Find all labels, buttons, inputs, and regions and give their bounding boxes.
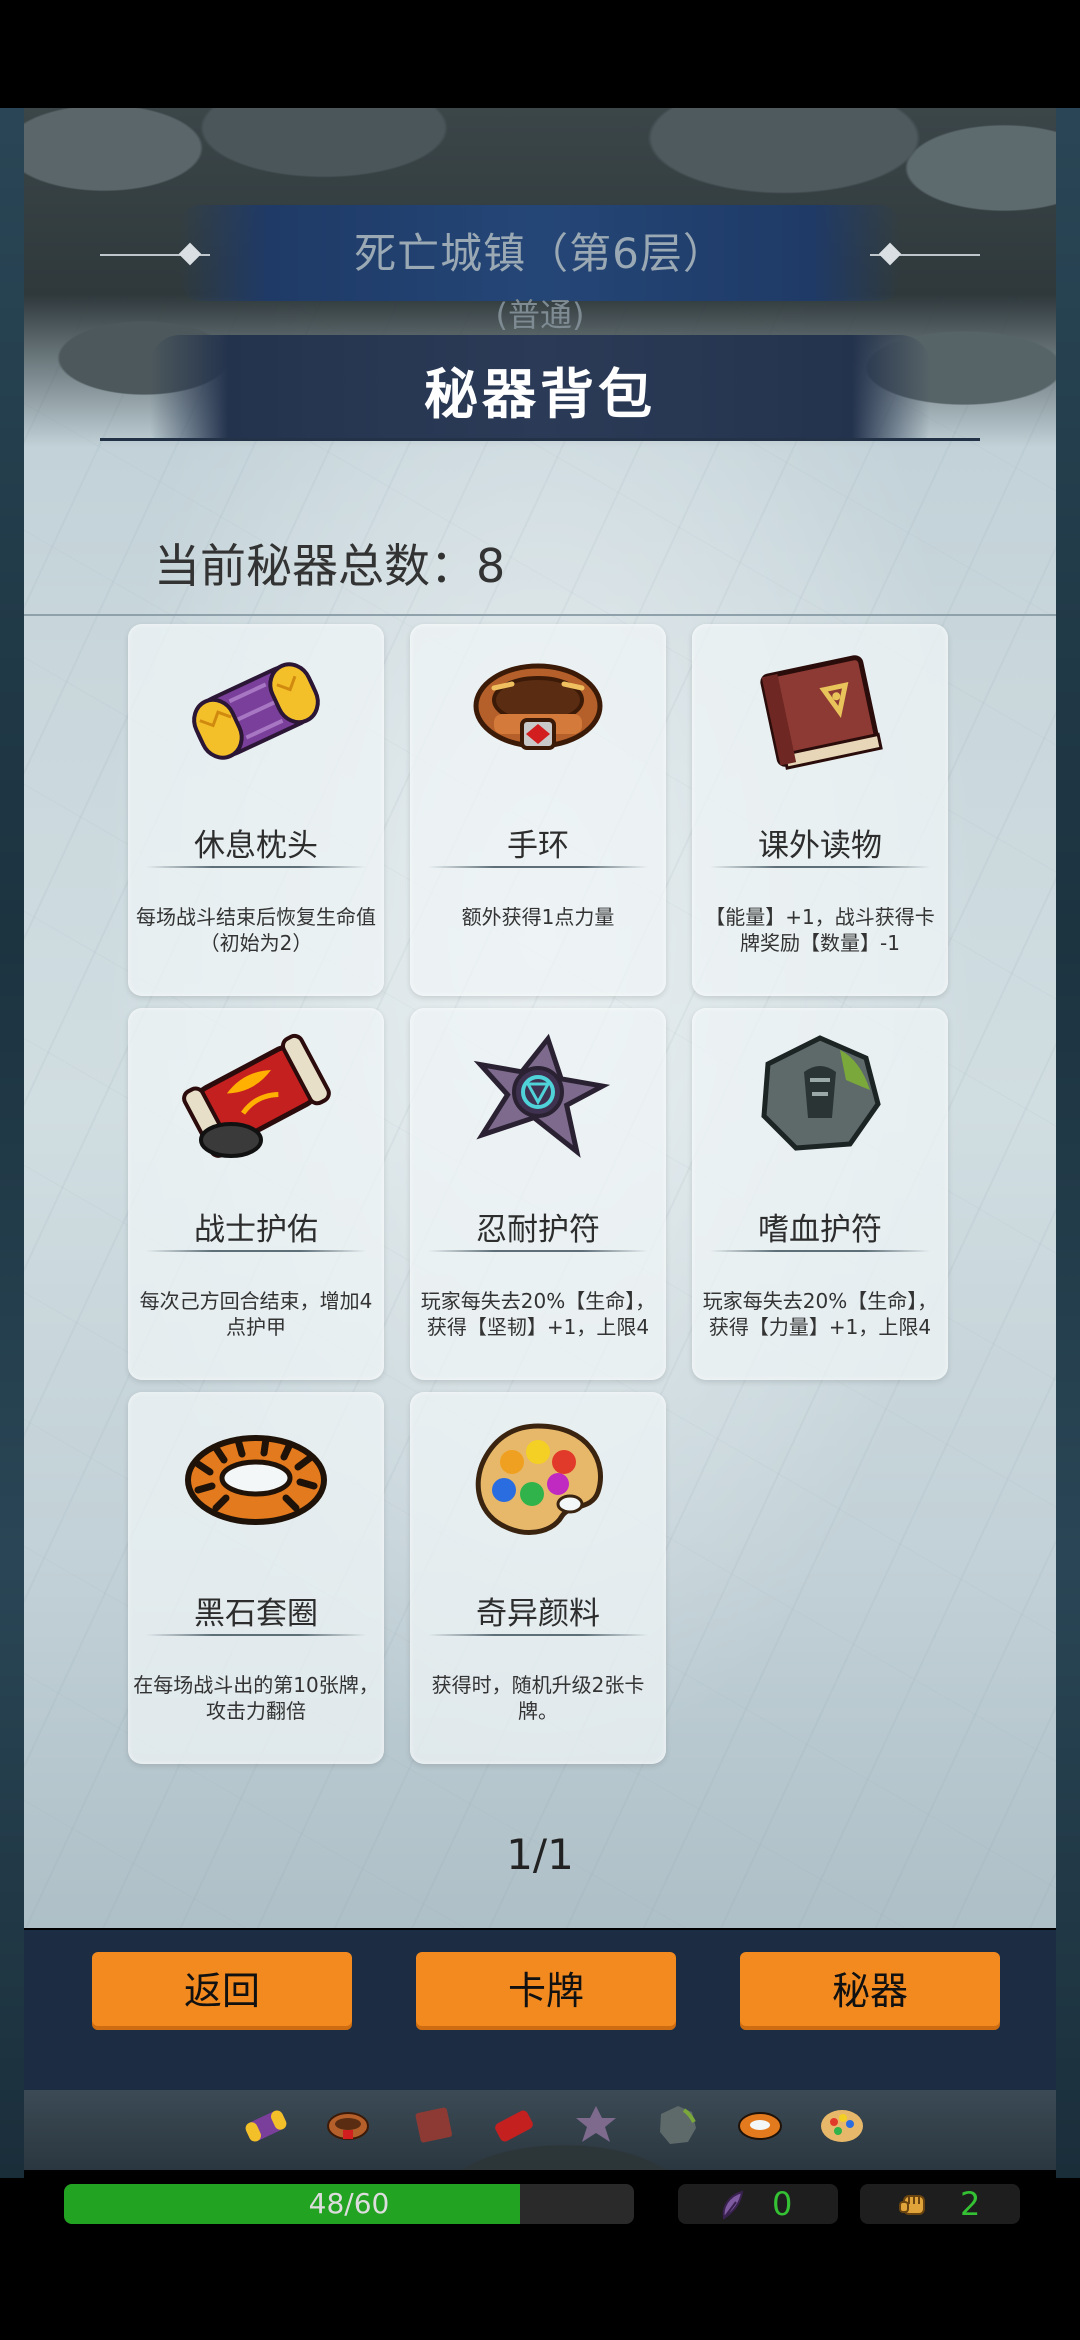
relic-description: 【能量】+1，战斗获得卡牌奖励【数量】-1 (705, 905, 935, 955)
shuriken-amulet-icon[interactable] (570, 2100, 622, 2152)
relic-grid: 休息枕头 每场战斗结束后恢复生命值（初始为2） 手环 额外获得1点力量 课外读物… (128, 624, 948, 1764)
relic-description: 玩家每失去20%【生命】，获得【力量】+1，上限4 (702, 1289, 938, 1339)
ring-icon[interactable] (734, 2100, 786, 2152)
relic-name-underline (710, 866, 930, 868)
relic-count-label: 当前秘器总数： (154, 539, 476, 593)
top-status-area (0, 0, 1080, 108)
relic-name-underline (710, 1250, 930, 1252)
difficulty-label: (普通) (495, 296, 585, 334)
pillow-icon (192, 662, 320, 760)
book-icon (760, 655, 883, 770)
power-counter (860, 2184, 1020, 2224)
relic-card[interactable]: 战士护佑 每次己方回合结束，增加4点护甲 (128, 1008, 384, 1380)
relic-name: 忍耐护符 (476, 1212, 600, 1248)
relic-card[interactable]: 课外读物 【能量】+1，战斗获得卡牌奖励【数量】-1 (692, 624, 948, 996)
scroll-icon[interactable] (488, 2100, 540, 2152)
relics-button[interactable]: 秘器 (740, 1952, 1000, 2030)
relic-name: 黑石套圈 (194, 1596, 318, 1632)
header-divider (100, 438, 980, 441)
book-icon[interactable] (408, 2100, 460, 2152)
pillow-icon[interactable] (240, 2100, 292, 2152)
relic-name-underline (428, 1250, 648, 1252)
fist-icon (899, 2195, 925, 2215)
hp-value: 48/60 (308, 2187, 390, 2220)
relic-card[interactable]: 休息枕头 每场战斗结束后恢复生命值（初始为2） (128, 624, 384, 996)
relic-card[interactable]: 手环 额外获得1点力量 (410, 624, 666, 996)
relic-description: 在每场战斗出的第10张牌，攻击力翻倍 (133, 1673, 379, 1723)
relic-name: 休息枕头 (194, 828, 318, 864)
relic-description: 额外获得1点力量 (461, 905, 615, 929)
palette-icon (475, 1423, 603, 1535)
power-value: 2 (960, 2185, 981, 2223)
ring-icon (185, 1435, 327, 1525)
relic-name: 手环 (507, 828, 569, 864)
relic-card[interactable]: 忍耐护符 玩家每失去20%【生命】，获得【坚韧】+1，上限4 (410, 1008, 666, 1380)
relic-name-underline (428, 1634, 648, 1636)
location-title: 死亡城镇（第6层） (354, 229, 726, 278)
stone-amulet-icon[interactable] (652, 2100, 704, 2152)
relic-strip (24, 2090, 1056, 2170)
relic-name: 战士护佑 (194, 1212, 318, 1248)
screen-title: 秘器背包 (424, 363, 656, 426)
feather-icon (722, 2190, 744, 2220)
relic-name-underline (146, 866, 366, 868)
relic-description: 获得时，随机升级2张卡牌。 (431, 1673, 645, 1723)
relic-card[interactable]: 嗜血护符 玩家每失去20%【生命】，获得【力量】+1，上限4 (692, 1008, 948, 1380)
bracelet-icon (473, 663, 603, 750)
energy-counter (678, 2184, 838, 2224)
relic-description: 玩家每失去20%【生命】，获得【坚韧】+1，上限4 (420, 1289, 656, 1339)
scroll-icon (182, 1033, 331, 1158)
relic-name-underline (428, 866, 648, 868)
relic-name-underline (146, 1634, 366, 1636)
back-button[interactable]: 返回 (92, 1952, 352, 2030)
relic-count-value: 8 (476, 539, 506, 593)
energy-value: 0 (772, 2185, 793, 2223)
cards-button[interactable]: 卡牌 (416, 1952, 676, 2030)
relic-count: 当前秘器总数：8 (154, 530, 505, 596)
bracelet-icon[interactable] (322, 2100, 374, 2152)
relic-description: 每次己方回合结束，增加4点护甲 (139, 1289, 373, 1339)
palette-icon[interactable] (816, 2100, 868, 2152)
relic-card[interactable]: 黑石套圈 在每场战斗出的第10张牌，攻击力翻倍 (128, 1392, 384, 1764)
relic-description: 每场战斗结束后恢复生命值（初始为2） (136, 905, 376, 955)
shuriken-amulet-icon (473, 1033, 611, 1158)
relic-name: 嗜血护符 (758, 1212, 882, 1248)
page-indicator: 1/1 (506, 1830, 574, 1879)
relic-name: 奇异颜料 (476, 1596, 600, 1632)
relic-card[interactable]: 奇异颜料 获得时，随机升级2张卡牌。 (410, 1392, 666, 1764)
relic-name: 课外读物 (758, 828, 882, 864)
relic-name-underline (146, 1250, 366, 1252)
stone-amulet-icon (761, 1035, 881, 1151)
count-divider (24, 614, 1056, 616)
